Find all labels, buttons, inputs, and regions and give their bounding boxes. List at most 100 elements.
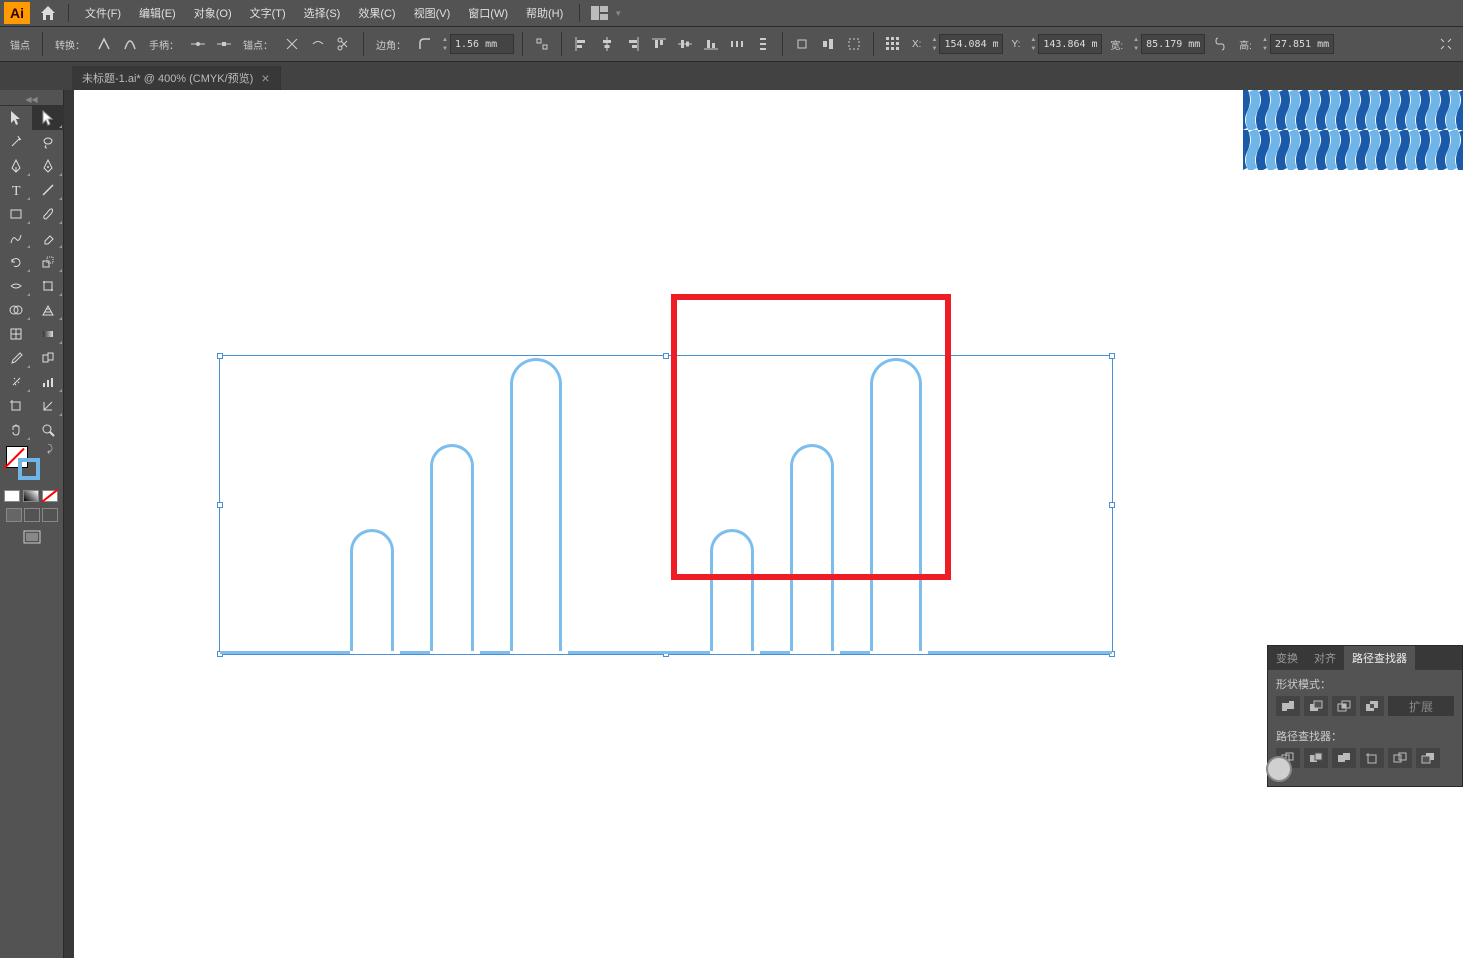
transform-panel-icon[interactable]: [882, 33, 904, 55]
h-input[interactable]: [1270, 34, 1334, 54]
symbol-sprayer-tool-icon[interactable]: [0, 370, 32, 394]
handle-hide-icon[interactable]: [213, 33, 235, 55]
y-field[interactable]: ▲▼: [1028, 34, 1102, 54]
convert-smooth-icon[interactable]: [119, 33, 141, 55]
hand-tool-icon[interactable]: [0, 418, 32, 442]
type-tool-icon[interactable]: T: [0, 178, 32, 202]
menu-window[interactable]: 窗口(W): [460, 1, 516, 25]
user-avatar-icon[interactable]: [1266, 756, 1292, 782]
isolate-icon[interactable]: [531, 33, 553, 55]
menu-type[interactable]: 文字(T): [242, 1, 294, 25]
selection-handle[interactable]: [1109, 502, 1115, 508]
draw-behind-icon[interactable]: [24, 508, 40, 522]
selection-handle[interactable]: [217, 353, 223, 359]
unite-icon[interactable]: [1276, 696, 1300, 716]
width-tool-icon[interactable]: [0, 274, 32, 298]
zoom-tool-icon[interactable]: [32, 418, 64, 442]
minus-back-icon[interactable]: [1416, 748, 1440, 768]
align-right-icon[interactable]: [622, 33, 644, 55]
draw-normal-icon[interactable]: [6, 508, 22, 522]
stroke-swatch[interactable]: [18, 458, 40, 480]
close-icon[interactable]: ×: [261, 70, 269, 86]
toolbox-collapse-icon[interactable]: ◀◀: [0, 94, 63, 106]
blend-tool-icon[interactable]: [32, 346, 64, 370]
link-wh-icon[interactable]: [1209, 33, 1231, 55]
align-to-sel-icon[interactable]: [843, 33, 865, 55]
x-input[interactable]: [939, 34, 1003, 54]
menu-effect[interactable]: 效果(C): [350, 1, 403, 25]
x-field[interactable]: ▲▼: [929, 34, 1003, 54]
color-gradient-icon[interactable]: [23, 490, 39, 502]
corner-type-icon[interactable]: [414, 33, 436, 55]
arrange-docs-icon[interactable]: [588, 3, 612, 23]
canvas[interactable]: [74, 90, 1463, 958]
draw-inside-icon[interactable]: [42, 508, 58, 522]
trim-icon[interactable]: [1304, 748, 1328, 768]
paintbrush-tool-icon[interactable]: [32, 202, 64, 226]
magic-wand-tool-icon[interactable]: [0, 130, 32, 154]
curvature-tool-icon[interactable]: [32, 154, 64, 178]
rotate-tool-icon[interactable]: [0, 250, 32, 274]
color-solid-icon[interactable]: [4, 490, 20, 502]
menu-object[interactable]: 对象(O): [186, 1, 240, 25]
w-field[interactable]: ▲▼: [1131, 34, 1205, 54]
eraser-tool-icon[interactable]: [32, 226, 64, 250]
fill-stroke-control[interactable]: ⤸: [0, 442, 63, 488]
convert-corner-icon[interactable]: [93, 33, 115, 55]
cut-path-icon[interactable]: [333, 33, 355, 55]
menu-file[interactable]: 文件(F): [77, 1, 129, 25]
pathfinder-panel[interactable]: 变换 对齐 路径查找器 形状模式： 扩展 路径查找器：: [1267, 645, 1463, 787]
menu-help[interactable]: 帮助(H): [518, 1, 571, 25]
home-icon[interactable]: [36, 3, 60, 23]
pen-tool-icon[interactable]: [0, 154, 32, 178]
menu-edit[interactable]: 编辑(E): [131, 1, 184, 25]
align-vcenter-icon[interactable]: [674, 33, 696, 55]
shaper-tool-icon[interactable]: [0, 226, 32, 250]
eyedropper-tool-icon[interactable]: [0, 346, 32, 370]
align-to-key-icon[interactable]: [817, 33, 839, 55]
panel-tab-pathfinder[interactable]: 路径查找器: [1344, 646, 1415, 670]
minus-front-icon[interactable]: [1304, 696, 1328, 716]
shape-builder-tool-icon[interactable]: [0, 298, 32, 322]
perspective-grid-tool-icon[interactable]: [32, 298, 64, 322]
screen-mode-icon[interactable]: [0, 526, 63, 548]
color-none-icon[interactable]: [42, 490, 58, 502]
connect-anchor-icon[interactable]: [307, 33, 329, 55]
remove-anchor-icon[interactable]: [281, 33, 303, 55]
gradient-tool-icon[interactable]: [32, 322, 64, 346]
document-tab[interactable]: 未标题-1.ai* @ 400% (CMYK/预览) ×: [72, 66, 281, 90]
distribute-v-icon[interactable]: [752, 33, 774, 55]
expand-control-icon[interactable]: [1435, 33, 1457, 55]
expand-button[interactable]: 扩展: [1388, 696, 1454, 716]
align-top-icon[interactable]: [648, 33, 670, 55]
align-to-art-icon[interactable]: [791, 33, 813, 55]
menu-select[interactable]: 选择(S): [296, 1, 349, 25]
artboard-tool-icon[interactable]: [0, 394, 32, 418]
h-field[interactable]: ▲▼: [1260, 34, 1334, 54]
align-hcenter-icon[interactable]: [596, 33, 618, 55]
outline-icon[interactable]: [1388, 748, 1412, 768]
intersect-icon[interactable]: [1332, 696, 1356, 716]
rectangle-tool-icon[interactable]: [0, 202, 32, 226]
menu-view[interactable]: 视图(V): [406, 1, 459, 25]
scale-tool-icon[interactable]: [32, 250, 64, 274]
swap-fill-stroke-icon[interactable]: ⤸: [47, 444, 53, 455]
selection-handle[interactable]: [217, 502, 223, 508]
slice-tool-icon[interactable]: [32, 394, 64, 418]
y-input[interactable]: [1038, 34, 1102, 54]
w-input[interactable]: [1141, 34, 1205, 54]
selection-handle[interactable]: [1109, 353, 1115, 359]
mesh-tool-icon[interactable]: [0, 322, 32, 346]
free-transform-tool-icon[interactable]: [32, 274, 64, 298]
handle-show-icon[interactable]: [187, 33, 209, 55]
panel-tab-transform[interactable]: 变换: [1268, 646, 1306, 670]
corner-radius-field[interactable]: ▲▼: [440, 34, 514, 54]
corner-radius-input[interactable]: [450, 34, 514, 54]
selection-tool-icon[interactable]: [0, 106, 32, 130]
crop-icon[interactable]: [1360, 748, 1384, 768]
distribute-h-icon[interactable]: [726, 33, 748, 55]
align-left-icon[interactable]: [570, 33, 592, 55]
line-tool-icon[interactable]: [32, 178, 64, 202]
direct-selection-tool-icon[interactable]: [32, 106, 64, 130]
align-bottom-icon[interactable]: [700, 33, 722, 55]
